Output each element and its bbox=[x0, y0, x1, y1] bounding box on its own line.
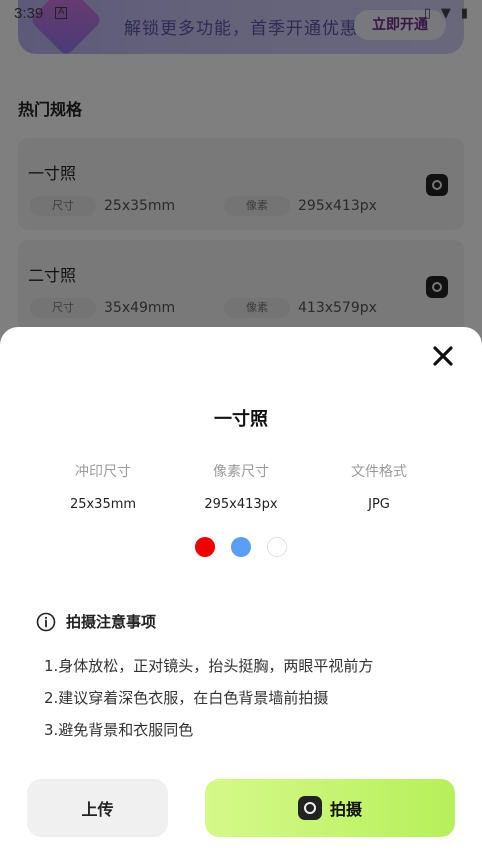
battery-icon: ▮ bbox=[460, 5, 468, 21]
vibrate-icon: ▯ bbox=[423, 5, 431, 21]
notes-header: 拍摄注意事项 bbox=[36, 611, 156, 632]
note-item: 2.建议穿着深色衣服，在白色背景墙前拍摄 bbox=[44, 689, 329, 707]
notification-a-icon: A bbox=[55, 7, 68, 19]
print-size-info: 冲印尺寸 25x35mm bbox=[33, 461, 173, 512]
file-format-label: 文件格式 bbox=[351, 464, 407, 480]
print-size-label: 冲印尺寸 bbox=[75, 464, 131, 480]
pixel-size-value: 295x413px bbox=[204, 497, 278, 512]
shoot-label: 拍摄 bbox=[329, 800, 362, 819]
upload-label: 上传 bbox=[81, 800, 114, 819]
pixel-size-label: 像素尺寸 bbox=[213, 464, 269, 480]
color-blue[interactable] bbox=[231, 537, 251, 557]
color-white[interactable] bbox=[267, 537, 287, 557]
upload-button[interactable]: 上传 bbox=[27, 779, 168, 837]
sheet-title: 一寸照 bbox=[214, 409, 268, 430]
status-icons: ▯ ▼ ▮ bbox=[424, 6, 468, 21]
info-icon bbox=[36, 612, 56, 631]
status-bar: 3:39 A ▯ ▼ ▮ bbox=[0, 0, 482, 26]
wifi-icon: ▼ bbox=[440, 5, 451, 21]
file-format-value: JPG bbox=[368, 497, 390, 512]
status-time: 3:39 bbox=[14, 4, 44, 22]
file-format-info: 文件格式 JPG bbox=[309, 461, 449, 512]
print-size-value: 25x35mm bbox=[69, 497, 137, 512]
close-button[interactable] bbox=[432, 345, 454, 367]
background-color-picker bbox=[0, 537, 482, 557]
notes-title: 拍摄注意事项 bbox=[66, 613, 157, 631]
camera-icon bbox=[297, 796, 322, 820]
note-item: 3.避免背景和衣服同色 bbox=[44, 721, 194, 739]
close-icon bbox=[433, 346, 453, 366]
spec-detail-sheet: 一寸照 冲印尺寸 25x35mm 像素尺寸 295x413px 文件格式 JPG… bbox=[0, 327, 482, 858]
note-item: 1.身体放松，正对镜头，抬头挺胸，两眼平视前方 bbox=[44, 657, 374, 675]
shoot-button[interactable]: 拍摄 bbox=[205, 779, 455, 837]
color-red[interactable] bbox=[195, 537, 215, 557]
pixel-size-info: 像素尺寸 295x413px bbox=[171, 461, 311, 512]
